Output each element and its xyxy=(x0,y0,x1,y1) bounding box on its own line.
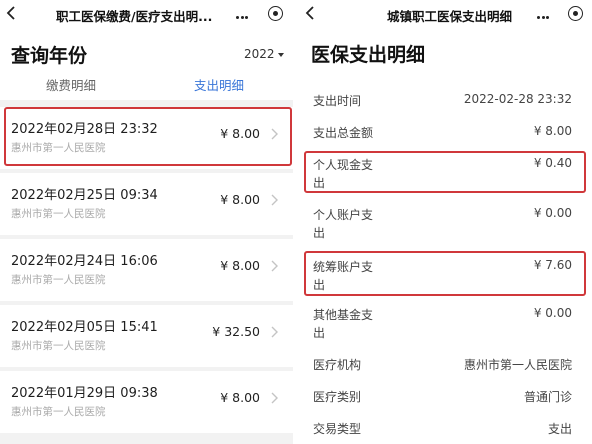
record-amount: ¥ 8.00 xyxy=(220,192,260,207)
row-label: 医疗机构 xyxy=(313,358,362,372)
record-hospital: 惠州市第一人民医院 xyxy=(11,274,106,286)
more-icon[interactable] xyxy=(236,7,252,23)
caret-down-icon xyxy=(277,52,284,57)
row-value: ¥ 0.00 xyxy=(533,306,572,320)
highlight-box xyxy=(304,251,586,296)
row-label: 其他基金支 出 xyxy=(313,306,373,342)
target-icon[interactable] xyxy=(568,6,583,21)
chevron-right-icon xyxy=(271,326,278,338)
record-amount: ¥ 32.50 xyxy=(212,324,260,339)
row-label: 支出总金额 xyxy=(313,126,374,140)
row-value: 支出 xyxy=(547,422,572,436)
row-label-line: 出 xyxy=(313,326,326,340)
nav-bar: 城镇职工医保支出明细 xyxy=(297,0,592,30)
record-datetime: 2022年02月05日 15:41 xyxy=(11,320,158,335)
page-title: 医保支出明细 xyxy=(311,44,426,66)
row-value: 2022-02-28 23:32 xyxy=(463,92,572,106)
target-icon[interactable] xyxy=(268,6,283,21)
row-label: 个人账户支 出 xyxy=(313,206,373,242)
highlight-box xyxy=(304,151,586,193)
list-item[interactable]: 2022年02月25日 09:34 惠州市第一人民医院 ¥ 8.00 xyxy=(0,173,293,235)
nav-title: 职工医保缴费/医疗支出明... xyxy=(56,9,213,24)
left-screen: 职工医保缴费/医疗支出明... 查询年份 2022 缴费明细 支出明细 2022… xyxy=(0,0,293,444)
row-value: ¥ 0.00 xyxy=(533,206,572,220)
back-icon[interactable] xyxy=(303,4,317,22)
year-select[interactable]: 2022 xyxy=(244,47,284,61)
right-screen: 城镇职工医保支出明细 医保支出明细 支出时间 2022-02-28 23:32 … xyxy=(297,0,592,444)
nav-bar: 职工医保缴费/医疗支出明... xyxy=(0,0,293,30)
row-label-line: 出 xyxy=(313,226,326,240)
query-header: 查询年份 2022 缴费明细 支出明细 xyxy=(0,30,293,100)
record-amount: ¥ 8.00 xyxy=(220,258,260,273)
list-item[interactable]: 2022年02月05日 15:41 惠州市第一人民医院 ¥ 32.50 xyxy=(0,305,293,367)
tab-expense-detail[interactable]: 支出明细 xyxy=(194,75,244,94)
page-title: 查询年份 xyxy=(11,45,88,67)
record-datetime: 2022年02月25日 09:34 xyxy=(11,188,158,203)
chevron-right-icon xyxy=(271,260,278,272)
record-datetime: 2022年02月24日 16:06 xyxy=(11,254,158,269)
record-hospital: 惠州市第一人民医院 xyxy=(11,340,106,352)
chevron-right-icon xyxy=(271,392,278,404)
row-value: 惠州市第一人民医院 xyxy=(463,358,572,372)
record-hospital: 惠州市第一人民医院 xyxy=(11,406,106,418)
row-value: ¥ 8.00 xyxy=(533,124,572,138)
record-amount: ¥ 8.00 xyxy=(220,390,260,405)
row-label: 支出时间 xyxy=(313,94,362,108)
year-value: 2022 xyxy=(244,47,275,61)
chevron-right-icon xyxy=(271,194,278,206)
row-label: 医疗类别 xyxy=(313,390,362,404)
more-icon[interactable] xyxy=(537,7,553,23)
row-value: 普通门诊 xyxy=(523,390,572,404)
back-icon[interactable] xyxy=(4,4,18,22)
record-hospital: 惠州市第一人民医院 xyxy=(11,208,106,220)
record-datetime: 2022年01月29日 09:38 xyxy=(11,386,158,401)
nav-title: 城镇职工医保支出明细 xyxy=(387,9,513,24)
highlight-box xyxy=(4,107,292,166)
list-item[interactable]: 2022年01月29日 09:38 惠州市第一人民医院 ¥ 8.00 xyxy=(0,371,293,433)
row-label-line: 其他基金支 xyxy=(313,308,374,322)
tab-fee-detail[interactable]: 缴费明细 xyxy=(46,75,96,94)
row-label: 交易类型 xyxy=(313,422,362,436)
row-label-line: 个人账户支 xyxy=(313,208,374,222)
list-item[interactable]: 2022年02月24日 16:06 惠州市第一人民医院 ¥ 8.00 xyxy=(0,239,293,301)
